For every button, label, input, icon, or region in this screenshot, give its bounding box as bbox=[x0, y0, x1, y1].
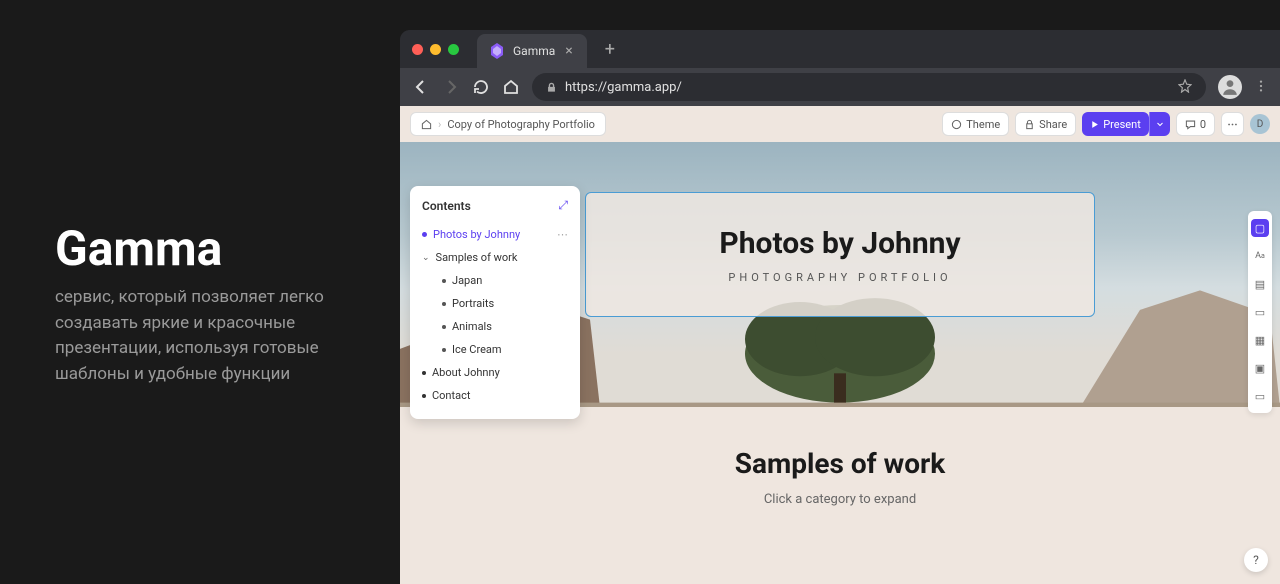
present-button[interactable]: Present bbox=[1082, 112, 1149, 136]
app-canvas: › Copy of Photography Portfolio Theme Sh… bbox=[400, 106, 1280, 584]
chevron-down-icon: ⌄ bbox=[422, 253, 430, 263]
format-toolbar: ▢ Aa ▤ ▭ ▦ ▣ ▭ bbox=[1248, 211, 1272, 413]
contents-item-label: Photos by Johnny bbox=[433, 228, 520, 241]
samples-subtitle: Click a category to expand bbox=[400, 492, 1280, 507]
more-icon[interactable]: ⋯ bbox=[557, 228, 568, 241]
lock-icon bbox=[546, 78, 557, 97]
window-controls bbox=[412, 44, 459, 55]
play-icon bbox=[1090, 120, 1099, 129]
contents-item[interactable]: ⌄ Samples of work bbox=[422, 246, 568, 269]
contents-item-label: Animals bbox=[452, 320, 492, 333]
contents-header: Contents bbox=[422, 199, 471, 213]
promo-title: Gamma bbox=[55, 220, 355, 277]
minimize-window-button[interactable] bbox=[430, 44, 441, 55]
bullet-icon bbox=[422, 232, 427, 237]
address-bar: https://gamma.app/ bbox=[400, 68, 1280, 106]
contents-panel: Contents ⤢ Photos by Johnny ⋯ ⌄ Samples of … bbox=[410, 186, 580, 419]
lock-icon bbox=[1024, 119, 1035, 130]
palette-icon bbox=[951, 119, 962, 130]
close-tab-icon[interactable]: × bbox=[563, 43, 574, 59]
profile-avatar[interactable] bbox=[1218, 75, 1242, 99]
comment-icon bbox=[1185, 119, 1196, 130]
url-input[interactable]: https://gamma.app/ bbox=[532, 73, 1206, 101]
contents-item[interactable]: Photos by Johnny ⋯ bbox=[422, 223, 568, 246]
home-button[interactable] bbox=[502, 78, 520, 96]
contents-item-label: Samples of work bbox=[436, 251, 518, 264]
contents-item-label: Contact bbox=[432, 389, 470, 402]
embed-tool-icon[interactable]: ▭ bbox=[1251, 387, 1269, 405]
maximize-window-button[interactable] bbox=[448, 44, 459, 55]
contents-list: Photos by Johnny ⋯ ⌄ Samples of work Japan Po… bbox=[422, 223, 568, 407]
forward-button[interactable] bbox=[442, 78, 460, 96]
bullet-icon bbox=[422, 371, 426, 375]
contents-item[interactable]: Animals bbox=[422, 315, 568, 338]
tab-title: Gamma bbox=[513, 44, 555, 58]
reload-button[interactable] bbox=[472, 78, 490, 96]
browser-menu-icon[interactable] bbox=[1254, 78, 1268, 97]
bullet-icon bbox=[442, 325, 446, 329]
hero-title: Photos by Johnny bbox=[719, 226, 960, 261]
close-window-button[interactable] bbox=[412, 44, 423, 55]
bullet-icon bbox=[442, 348, 446, 352]
contents-item[interactable]: Japan bbox=[422, 269, 568, 292]
app-topbar: › Copy of Photography Portfolio Theme Sh… bbox=[400, 106, 1280, 142]
share-button[interactable]: Share bbox=[1015, 112, 1076, 136]
promo-description: сервис, который позволяет легко создават… bbox=[55, 285, 355, 387]
bookmark-icon[interactable] bbox=[1178, 78, 1192, 97]
back-button[interactable] bbox=[412, 78, 430, 96]
gamma-favicon-icon bbox=[489, 43, 505, 59]
hero-title-card[interactable]: Photos by Johnny PHOTOGRAPHY PORTFOLIO bbox=[585, 192, 1095, 317]
grid-tool-icon[interactable]: ▦ bbox=[1251, 331, 1269, 349]
bullet-icon bbox=[442, 279, 446, 283]
theme-button[interactable]: Theme bbox=[942, 112, 1009, 136]
chevron-right-icon: › bbox=[438, 118, 441, 131]
more-button[interactable] bbox=[1221, 112, 1244, 136]
contents-item-label: About Johnny bbox=[432, 366, 500, 379]
home-icon bbox=[421, 119, 432, 130]
breadcrumb[interactable]: › Copy of Photography Portfolio bbox=[410, 112, 606, 136]
card-tool-icon[interactable]: ▢ bbox=[1251, 219, 1269, 237]
block-tool-icon[interactable]: ▭ bbox=[1251, 303, 1269, 321]
contents-item-label: Portraits bbox=[452, 297, 494, 310]
layout-tool-icon[interactable]: ▤ bbox=[1251, 275, 1269, 293]
contents-item[interactable]: Contact bbox=[422, 384, 568, 407]
contents-item[interactable]: About Johnny bbox=[422, 361, 568, 384]
contents-item[interactable]: Ice Cream bbox=[422, 338, 568, 361]
contents-item-label: Japan bbox=[452, 274, 482, 287]
browser-tab[interactable]: Gamma × bbox=[477, 34, 587, 68]
dots-icon bbox=[1227, 119, 1238, 130]
expand-icon[interactable]: ⤢ bbox=[558, 198, 568, 213]
new-tab-button[interactable]: + bbox=[595, 35, 625, 64]
url-text: https://gamma.app/ bbox=[565, 80, 682, 95]
tab-bar: Gamma × + bbox=[400, 30, 1280, 68]
user-avatar[interactable]: D bbox=[1250, 114, 1270, 134]
contents-item-label: Ice Cream bbox=[452, 343, 502, 356]
hero-subtitle: PHOTOGRAPHY PORTFOLIO bbox=[728, 271, 951, 284]
bullet-icon bbox=[442, 302, 446, 306]
breadcrumb-text: Copy of Photography Portfolio bbox=[447, 118, 595, 131]
chevron-down-icon bbox=[1156, 120, 1164, 128]
present-dropdown[interactable] bbox=[1149, 112, 1170, 136]
samples-section: Samples of work Click a category to expa… bbox=[400, 407, 1280, 584]
browser-window: Gamma × + https://gamma.app/ bbox=[400, 30, 1280, 584]
image-tool-icon[interactable]: ▣ bbox=[1251, 359, 1269, 377]
text-tool-icon[interactable]: Aa bbox=[1251, 247, 1269, 265]
samples-title: Samples of work bbox=[400, 447, 1280, 480]
contents-item[interactable]: Portraits bbox=[422, 292, 568, 315]
bullet-icon bbox=[422, 394, 426, 398]
comments-button[interactable]: 0 bbox=[1176, 112, 1215, 136]
help-button[interactable]: ? bbox=[1244, 548, 1268, 572]
